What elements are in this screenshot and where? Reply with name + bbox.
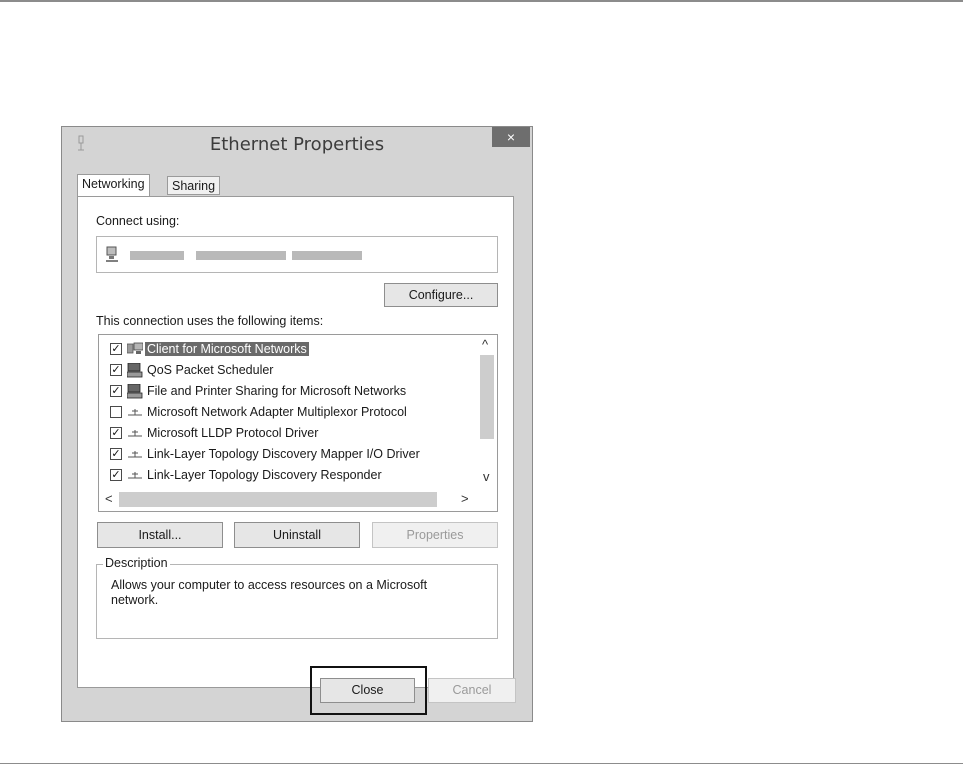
list-item[interactable]: ✓ QoS Packet Scheduler: [99, 360, 479, 381]
tab-networking[interactable]: Networking: [77, 174, 150, 196]
description-legend: Description: [103, 556, 170, 570]
list-item[interactable]: ✓ Link-Layer Topology Discovery Mapper I…: [99, 444, 479, 465]
checkbox[interactable]: ✓: [110, 364, 122, 376]
blurred-adapter-name: [292, 251, 362, 260]
description-text: Allows your computer to access resources…: [111, 578, 428, 607]
install-button[interactable]: Install...: [97, 522, 223, 548]
checkbox[interactable]: ✓: [110, 385, 122, 397]
list-item-label: Microsoft Network Adapter Multiplexor Pr…: [147, 405, 407, 419]
adapter-name-field: [96, 236, 498, 273]
list-item-label: Link-Layer Topology Discovery Responder: [147, 468, 382, 482]
list-item[interactable]: ✓ File and Printer Sharing for Microsoft…: [99, 381, 479, 402]
horizontal-scroll-thumb[interactable]: [119, 492, 437, 507]
network-adapter-icon: [106, 246, 118, 262]
list-item[interactable]: Microsoft Network Adapter Multiplexor Pr…: [99, 402, 479, 423]
list-item-label: Link-Layer Topology Discovery Mapper I/O…: [147, 447, 420, 461]
protocol-icon: [128, 430, 142, 437]
tab-sharing[interactable]: Sharing: [167, 176, 221, 195]
list-item-label: Microsoft LLDP Protocol Driver: [147, 426, 319, 440]
checkbox[interactable]: ✓: [110, 469, 122, 481]
list-item-label: File and Printer Sharing for Microsoft N…: [147, 384, 407, 398]
list-item-label: Client for Microsoft Networks: [145, 342, 309, 356]
list-item[interactable]: ✓ Client for Microsoft Networks: [99, 339, 479, 360]
properties-button[interactable]: Properties: [372, 522, 498, 548]
top-rule: [0, 0, 963, 2]
list-item[interactable]: ✓ Microsoft LLDP Protocol Driver: [99, 423, 479, 444]
scroll-down-icon[interactable]: v: [483, 469, 490, 484]
bottom-rule: [0, 763, 963, 764]
blurred-adapter-name: [130, 251, 184, 260]
computer-service-icon: [127, 384, 143, 399]
list-item-label: QoS Packet Scheduler: [147, 363, 274, 377]
protocol-icon: [128, 409, 142, 416]
scroll-left-icon[interactable]: <: [105, 491, 113, 506]
close-icon[interactable]: ×: [492, 127, 530, 147]
close-button-highlight: [310, 666, 427, 715]
network-client-icon: [127, 342, 143, 354]
connect-using-label: Connect using:: [96, 214, 180, 228]
protocol-icon: [128, 451, 142, 458]
scroll-up-icon[interactable]: ^: [482, 337, 488, 352]
vertical-scrollbar[interactable]: ^ v: [478, 337, 496, 490]
checkbox[interactable]: [110, 406, 122, 418]
protocol-icon: [128, 472, 142, 479]
checkbox[interactable]: ✓: [110, 427, 122, 439]
items-listbox[interactable]: ✓ Client for Microsoft Networks ✓ QoS Pa…: [98, 334, 498, 512]
vertical-scroll-thumb[interactable]: [480, 355, 494, 439]
title-bar[interactable]: Ethernet Properties ×: [62, 127, 532, 159]
computer-service-icon: [127, 363, 143, 378]
checkbox[interactable]: ✓: [110, 448, 122, 460]
list-item[interactable]: ✓ Link-Layer Topology Discovery Responde…: [99, 465, 479, 486]
checkbox[interactable]: ✓: [110, 343, 122, 355]
blurred-adapter-name: [196, 251, 286, 260]
items-label: This connection uses the following items…: [96, 314, 324, 328]
uninstall-button[interactable]: Uninstall: [234, 522, 360, 548]
scroll-right-icon[interactable]: >: [461, 491, 469, 506]
configure-button[interactable]: Configure...: [384, 283, 498, 307]
cancel-button[interactable]: Cancel: [428, 678, 516, 703]
window-title: Ethernet Properties: [209, 134, 385, 155]
horizontal-scrollbar[interactable]: < >: [101, 490, 479, 509]
